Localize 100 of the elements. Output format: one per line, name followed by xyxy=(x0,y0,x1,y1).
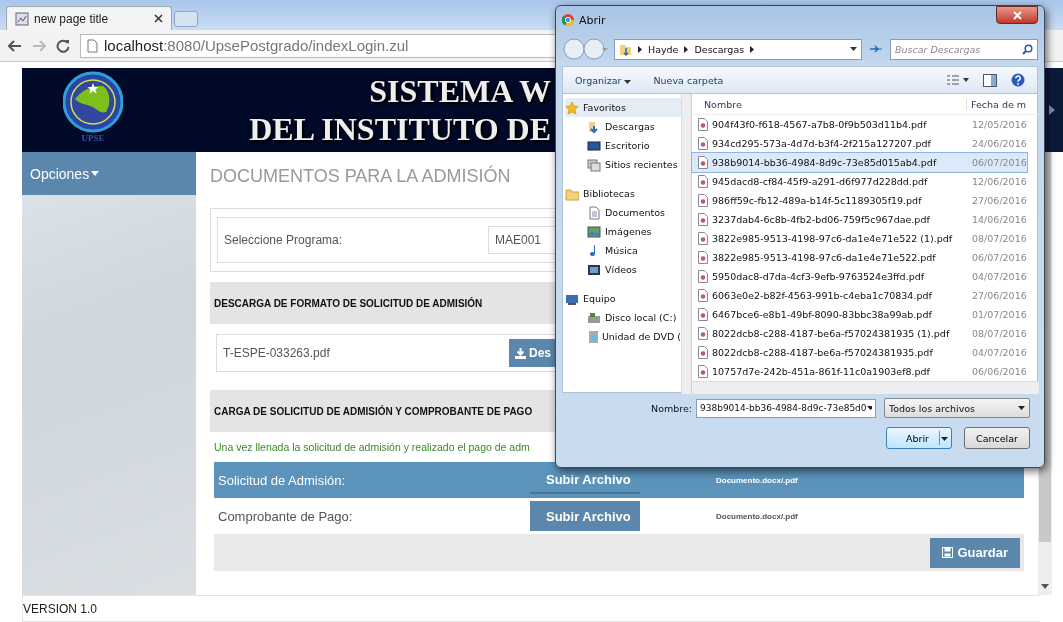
nav-item[interactable]: Música xyxy=(565,241,681,260)
save-button[interactable]: Guardar xyxy=(930,537,1020,568)
dropdown-icon[interactable] xyxy=(866,406,872,410)
file-row[interactable]: 8022dcb8-c288-4187-be6a-f57024381935 (1).pdf 08/07/2016 xyxy=(692,324,1027,343)
search-icon xyxy=(1022,43,1033,55)
caret-icon[interactable] xyxy=(1048,105,1055,115)
nav-group[interactable]: Bibliotecas xyxy=(565,184,681,203)
field-label: Comprobante de Pago: xyxy=(217,508,354,524)
nav-icon xyxy=(587,262,601,277)
breadcrumb-item[interactable]: Hayde xyxy=(648,43,679,55)
nav-item[interactable]: Escritorio xyxy=(565,136,681,155)
dialog-title: Abrir xyxy=(579,13,606,27)
nav-group[interactable]: Favoritos xyxy=(565,98,681,117)
file-name: 6467bce6-e8b1-49bf-8090-83bbc38a99ab.pdf xyxy=(692,308,966,321)
pdf-file-icon xyxy=(698,175,708,188)
caret-icon xyxy=(91,170,100,177)
pdf-file-icon xyxy=(698,327,708,340)
file-row[interactable]: 6063e0e2-b82f-4563-991b-c4eba1c70834.pdf 27/06/2016 xyxy=(692,286,1027,305)
file-row[interactable]: 8022dcb8-c288-4187-be6a-f57024381935.pdf 04/07/2016 xyxy=(692,343,1027,362)
file-row[interactable]: 904f43f0-f618-4567-a7b8-0f9b503d11b4.pdf 12/05/2016 xyxy=(692,115,1027,134)
back-icon[interactable] xyxy=(8,39,22,52)
download-icon xyxy=(515,347,526,359)
close-icon[interactable] xyxy=(154,14,163,23)
help-icon[interactable] xyxy=(1011,73,1025,87)
reload-icon[interactable] xyxy=(56,38,70,53)
file-date: 24/06/2016 xyxy=(971,138,1027,149)
scrollbar[interactable] xyxy=(681,94,691,394)
view-options-icon[interactable] xyxy=(947,75,969,85)
file-row[interactable]: 3237dab4-6c8b-4fb2-bd06-759f5c967dae.pdf 14/06/2016 xyxy=(692,210,1027,229)
nav-icon xyxy=(587,157,601,172)
search-field[interactable]: Buscar Descargas xyxy=(890,38,1038,60)
upload-button[interactable]: Subir Archivo xyxy=(530,501,640,531)
filename-value: 938b9014-bb36-4984-8d9c-73e85d0 xyxy=(700,403,867,413)
file-name: T-ESPE-033263.pdf xyxy=(223,346,331,360)
filename-field[interactable]: 938b9014-bb36-4984-8d9c-73e85d0 xyxy=(696,398,876,418)
browser-icon xyxy=(562,14,574,26)
nav-item[interactable]: Imágenes xyxy=(565,222,681,241)
caret-icon xyxy=(624,79,632,84)
column-header[interactable]: Fecha de m xyxy=(966,98,1039,110)
options-menu[interactable]: Opciones xyxy=(22,152,196,195)
pdf-file-icon xyxy=(698,137,708,150)
file-date: 06/07/2016 xyxy=(971,252,1027,263)
nav-item[interactable]: Documentos xyxy=(565,203,681,222)
pdf-file-icon xyxy=(698,232,708,245)
column-header[interactable]: Nombre xyxy=(692,98,966,110)
organize-menu[interactable]: Organizar xyxy=(575,74,632,86)
file-date: 08/07/2016 xyxy=(971,328,1027,339)
file-row[interactable]: 3822e985-9513-4198-97c6-da1e4e71e522 (1).pdf 08/07/2016 xyxy=(692,229,1027,248)
dropdown-icon[interactable] xyxy=(850,47,857,51)
nav-item[interactable]: Disco local (C:) xyxy=(565,308,681,327)
chevron-icon[interactable] xyxy=(750,45,755,53)
file-row[interactable]: 986ff59c-fb12-489a-b14f-5c1189305f19.pdf 27/06/2016 xyxy=(692,191,1027,210)
breadcrumb-item[interactable]: Descargas xyxy=(694,43,745,55)
nav-item[interactable]: Sitios recientes xyxy=(565,155,681,174)
close-button[interactable] xyxy=(996,6,1038,24)
file-name: 904f43f0-f618-4567-a7b8-0f9b503d11b4.pdf xyxy=(692,118,966,131)
file-date: 01/07/2016 xyxy=(971,309,1027,320)
file-date: 14/06/2016 xyxy=(971,214,1027,225)
pdf-file-icon xyxy=(698,213,708,226)
file-row[interactable]: 10757d7e-242b-451a-861f-11c0a1903ef8.pdf 06/06/2016 xyxy=(692,362,1027,381)
nav-icon xyxy=(587,138,601,153)
file-row[interactable]: 945dacd8-cf84-45f9-a291-d6f977d228dd.pdf 12/06/2016 xyxy=(692,172,1027,191)
file-name: 945dacd8-cf84-45f9-a291-d6f977d228dd.pdf xyxy=(692,175,966,188)
open-button[interactable]: Abrir xyxy=(886,427,952,449)
tab-title: new page title xyxy=(34,11,110,26)
file-date: 27/06/2016 xyxy=(971,290,1027,301)
cancel-button[interactable]: Cancelar xyxy=(964,427,1030,449)
field-label: Solicitud de Admisión: xyxy=(217,472,347,488)
file-name: 938b9014-bb36-4984-8d9c-73e85d015ab4.pdf xyxy=(692,156,966,169)
file-row[interactable]: 3822e985-9513-4198-97c6-da1e4e71e522.pdf 06/07/2016 xyxy=(692,248,1027,267)
scroll-arrow-icon[interactable] xyxy=(1041,584,1049,589)
scrollbar[interactable] xyxy=(692,381,1039,394)
file-date: 27/06/2016 xyxy=(971,195,1027,206)
file-row[interactable]: 934cd295-573a-4d7d-b3f4-2f215a127207.pdf 24/06/2016 xyxy=(692,134,1027,153)
browser-tab[interactable]: new page title xyxy=(6,6,172,30)
instruction-text: Una vez llenada la solicitud de admisión y realizado el pago de adm xyxy=(214,441,530,453)
chevron-icon xyxy=(638,45,642,53)
preview-pane-icon[interactable] xyxy=(983,73,997,87)
dropdown-icon xyxy=(939,431,948,445)
file-row[interactable]: 5950dac8-d7da-4cf3-9efb-9763524e3ffd.pdf 04/07/2016 xyxy=(692,267,1027,286)
file-name: 3822e985-9513-4198-97c6-da1e4e71e522.pdf xyxy=(692,251,966,264)
file-date: 08/07/2016 xyxy=(971,233,1027,244)
field-label: Seleccione Programa: xyxy=(224,233,344,247)
file-row[interactable]: 6467bce6-e8b1-49bf-8090-83bbc38a99ab.pdf 01/07/2016 xyxy=(692,305,1027,324)
file-name: 3822e985-9513-4198-97c6-da1e4e71e522 (1).pdf xyxy=(692,232,966,245)
file-row[interactable]: 938b9014-bb36-4984-8d9c-73e85d015ab4.pdf 06/07/2016 xyxy=(692,153,1027,172)
breadcrumb-bar[interactable]: Hayde Descargas xyxy=(614,38,862,60)
nav-group[interactable]: Equipo xyxy=(565,289,681,308)
folder-icon xyxy=(619,42,632,56)
nav-item[interactable]: Descargas xyxy=(565,117,681,136)
file-name: 5950dac8-d7da-4cf3-9efb-9763524e3ffd.pdf xyxy=(692,270,966,283)
pdf-file-icon xyxy=(698,118,708,131)
new-folder-button[interactable]: Nueva carpeta xyxy=(653,74,724,86)
nav-item[interactable]: Unidad de DVD ( xyxy=(565,327,681,346)
file-name: 8022dcb8-c288-4187-be6a-f57024381935 (1).pdf xyxy=(692,327,966,340)
file-type-select[interactable]: Todos los archivos xyxy=(884,398,1030,418)
nav-icon xyxy=(565,186,579,201)
nav-icon xyxy=(587,329,598,344)
file-name: 934cd295-573a-4d7d-b3f4-2f215a127207.pdf xyxy=(692,137,966,150)
nav-item[interactable]: Vídeos xyxy=(565,260,681,279)
